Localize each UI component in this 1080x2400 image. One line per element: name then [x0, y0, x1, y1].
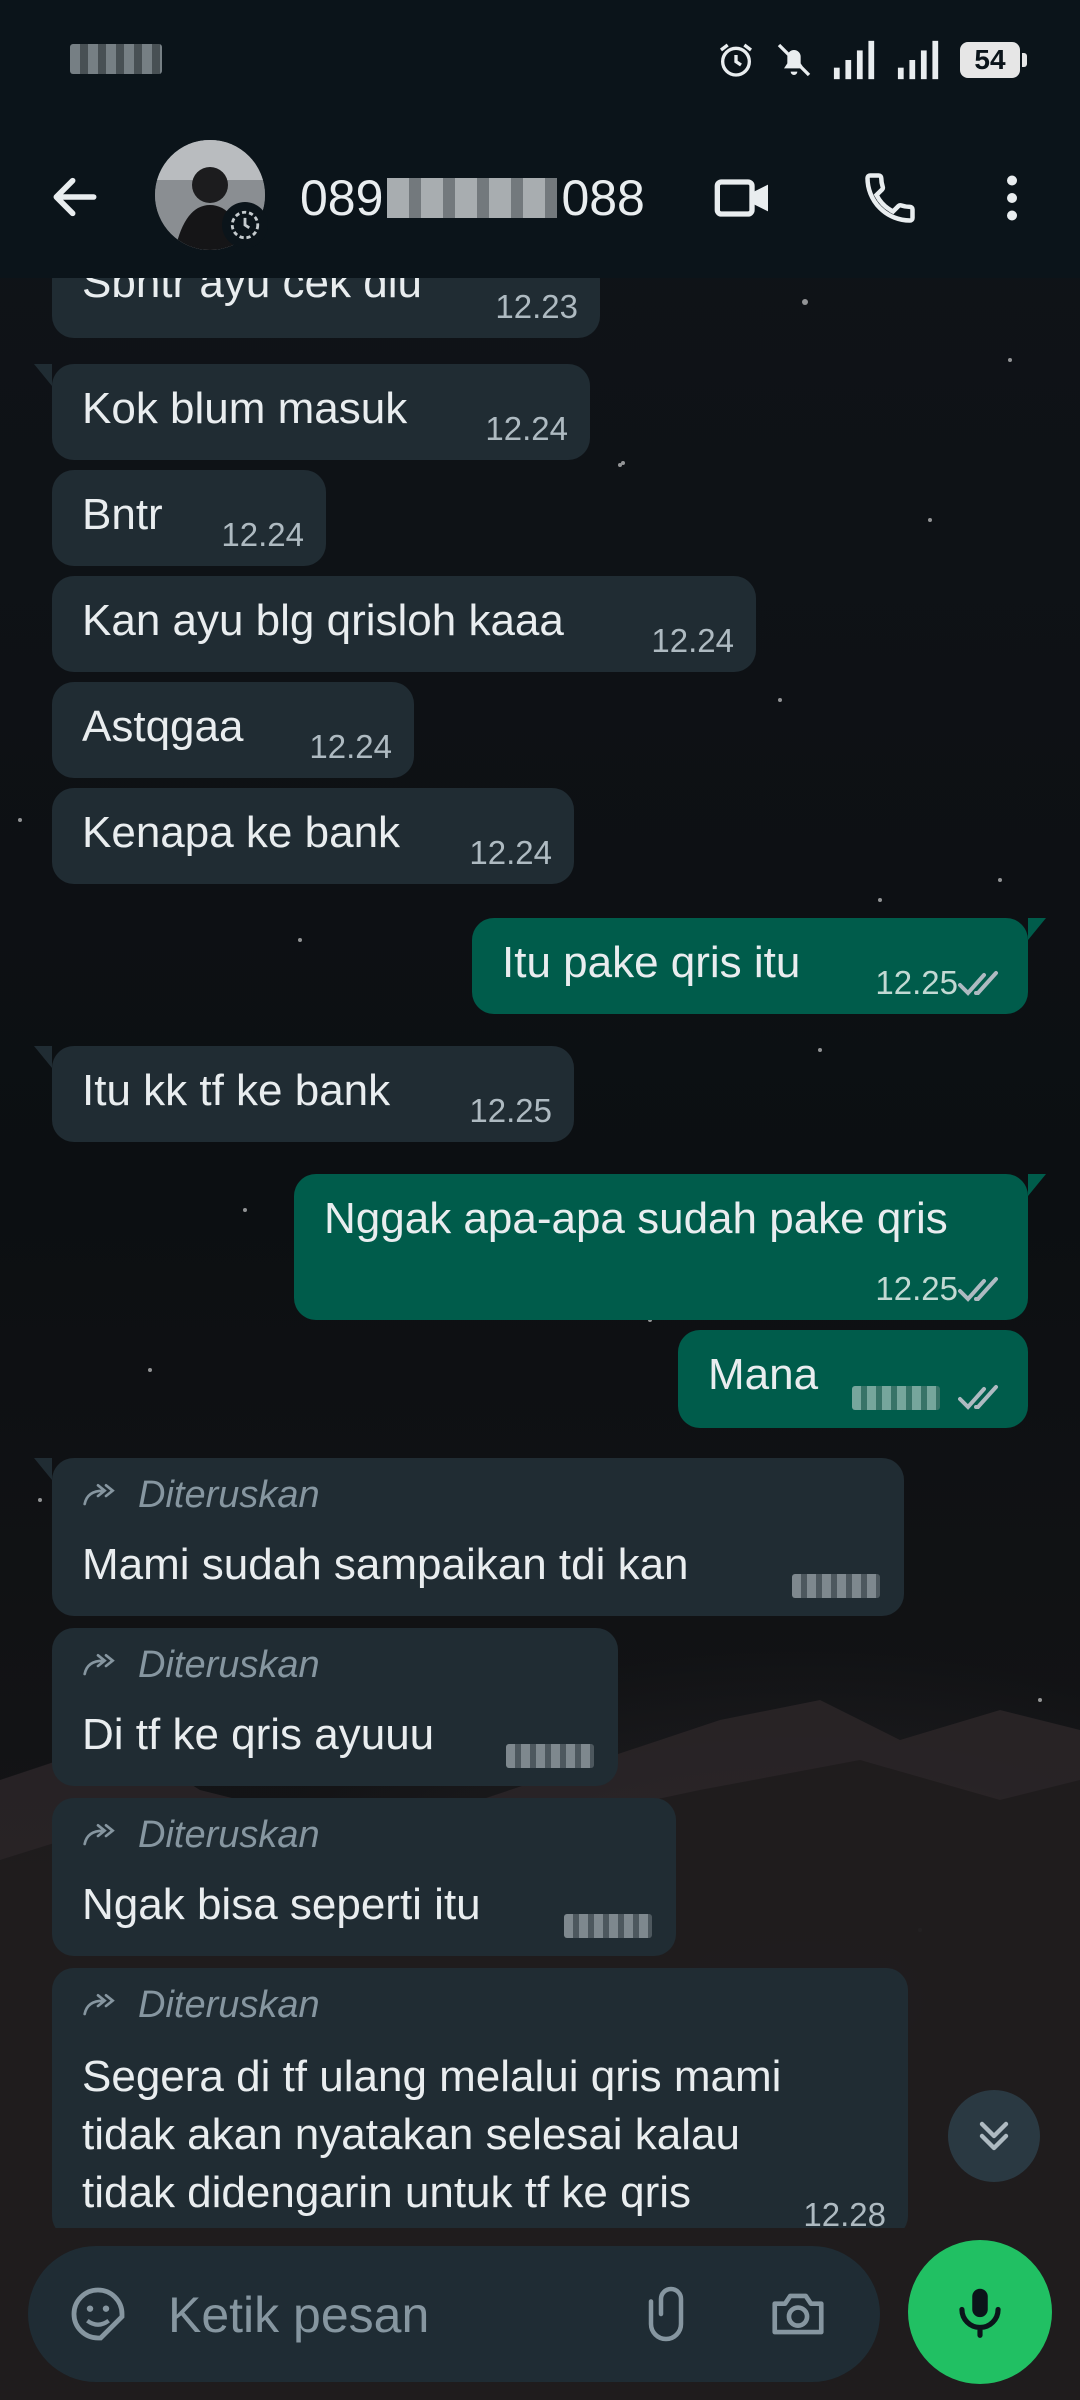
- read-ticks-icon: [958, 1277, 998, 1302]
- more-vert-icon: [1007, 175, 1017, 221]
- mute-bell-icon: [777, 43, 811, 77]
- message-bubble-outgoing[interactable]: Mana: [678, 1330, 1028, 1428]
- message-time: 12.25: [875, 964, 958, 1001]
- signal-icon-2: [897, 40, 939, 80]
- message-text: Sbntr ayu cek dlu: [82, 278, 422, 307]
- voice-record-button[interactable]: [908, 2240, 1052, 2384]
- message-list[interactable]: Sbntr ayu cek dlu 12.23 Kok blum masuk 1…: [0, 278, 1080, 2228]
- message-bubble[interactable]: Itu kk tf ke bank 12.25: [34, 1046, 574, 1142]
- message-time-redacted: [792, 1574, 880, 1598]
- forward-icon: [83, 1653, 115, 1675]
- message-bubble[interactable]: Astqgaa 12.24: [52, 682, 414, 778]
- message-time: 12.24: [651, 622, 734, 659]
- forwarded-text: Diteruskan: [138, 1644, 320, 1686]
- double-chevron-down-icon: [979, 2121, 1009, 2151]
- status-time-redacted: [70, 44, 162, 74]
- message-text: Ngak bisa seperti itu: [82, 1880, 481, 1929]
- contact-suffix: 088: [561, 170, 645, 226]
- forwarded-message[interactable]: Diteruskan Segera di tf ulang melalui qr…: [52, 1968, 908, 2228]
- message-bubble[interactable]: Kenapa ke bank 12.24: [52, 788, 574, 884]
- back-button[interactable]: [40, 162, 110, 232]
- forwarded-message[interactable]: Diteruskan Ngak bisa seperti itu: [52, 1798, 676, 1956]
- message-text: Bntr: [82, 490, 163, 539]
- videocam-icon: [714, 179, 768, 217]
- message-bubble-outgoing[interactable]: Nggak apa-apa sudah pake qris 12.25: [294, 1174, 1046, 1320]
- forward-icon: [83, 1483, 115, 1505]
- message-composer: Ketik pesan: [28, 2246, 880, 2382]
- status-bar: 54: [0, 0, 1080, 120]
- message-time: 12.25: [875, 1270, 958, 1307]
- message-bubble[interactable]: Kan ayu blg qrisloh kaaa 12.24: [52, 576, 756, 672]
- status-timer-icon: [222, 202, 268, 248]
- phone-icon: [865, 173, 915, 223]
- forwarded-label: Diteruskan: [82, 1984, 320, 2027]
- alarm-icon: [720, 43, 752, 77]
- forwarded-label: Diteruskan: [82, 1814, 320, 1857]
- message-time: 12.24: [469, 834, 552, 871]
- camera-button[interactable]: [760, 2276, 836, 2352]
- message-text: Nggak apa-apa sudah pake qris: [324, 1194, 948, 1243]
- signal-icon-1: [833, 40, 875, 80]
- message-time: 12.28: [803, 2196, 886, 2228]
- battery-level: 54: [974, 44, 1006, 75]
- message-bubble-outgoing[interactable]: Itu pake qris itu 12.25: [472, 918, 1046, 1014]
- message-text: Astqgaa: [82, 702, 244, 751]
- arrow-left-icon: [53, 177, 97, 217]
- scroll-to-bottom-button[interactable]: [948, 2090, 1040, 2182]
- camera-icon: [772, 2293, 824, 2335]
- message-text: Kan ayu blg qrisloh kaaa: [82, 596, 564, 645]
- message-time-redacted: [564, 1914, 652, 1938]
- message-bubble[interactable]: Sbntr ayu cek dlu 12.23: [52, 278, 600, 338]
- sticker-button[interactable]: [60, 2276, 136, 2352]
- microphone-icon: [959, 2288, 1001, 2338]
- attach-button[interactable]: [628, 2276, 704, 2352]
- message-text: Itu pake qris itu: [502, 938, 801, 987]
- forwarded-text: Diteruskan: [138, 1814, 320, 1856]
- forwarded-message[interactable]: Diteruskan Mami sudah sampaikan tdi kan: [34, 1458, 904, 1616]
- read-ticks-icon: [958, 1385, 998, 1410]
- forwarded-label: Diteruskan: [82, 1474, 320, 1517]
- paperclip-icon: [648, 2286, 684, 2342]
- forwarded-text: Diteruskan: [138, 1474, 320, 1516]
- message-time-redacted: [506, 1744, 594, 1768]
- message-text: Itu kk tf ke bank: [82, 1066, 391, 1115]
- message-text: Mana: [708, 1350, 819, 1399]
- message-text: Di tf ke qris ayuuu: [82, 1710, 435, 1759]
- read-ticks-icon: [958, 971, 998, 996]
- forward-icon: [83, 1993, 115, 2015]
- video-call-button[interactable]: [706, 160, 782, 236]
- status-icons: 54: [716, 38, 1027, 82]
- message-time: 12.24: [221, 516, 304, 553]
- contact-redacted: [387, 178, 558, 218]
- message-bubble[interactable]: Kok blum masuk 12.24: [34, 364, 590, 460]
- forwarded-message[interactable]: Diteruskan Di tf ke qris ayuuu: [52, 1628, 618, 1786]
- forward-icon: [83, 1823, 115, 1845]
- message-text: Segera di tf ulang melalui qris mami tid…: [82, 2052, 782, 2217]
- contact-prefix: 089: [300, 170, 384, 226]
- voice-call-button[interactable]: [852, 160, 928, 236]
- message-text: Mami sudah sampaikan tdi kan: [82, 1540, 689, 1589]
- message-time-redacted: [852, 1386, 940, 1410]
- chat-header: 089 088: [0, 120, 1080, 278]
- contact-name[interactable]: 089 088: [300, 168, 645, 228]
- more-options-button[interactable]: [974, 160, 1050, 236]
- sticker-icon: [71, 2287, 125, 2341]
- battery-indicator: 54: [960, 42, 1027, 78]
- message-time: 12.23: [495, 288, 578, 325]
- message-time: 12.24: [309, 728, 392, 765]
- forwarded-text: Diteruskan: [138, 1984, 320, 2026]
- message-text: Kenapa ke bank: [82, 808, 401, 857]
- message-text: Kok blum masuk: [82, 384, 408, 433]
- message-time: 12.24: [485, 410, 568, 447]
- message-time: 12.25: [469, 1092, 552, 1129]
- message-input[interactable]: Ketik pesan: [168, 2286, 429, 2344]
- message-bubble[interactable]: Bntr 12.24: [52, 470, 326, 566]
- forwarded-label: Diteruskan: [82, 1644, 320, 1687]
